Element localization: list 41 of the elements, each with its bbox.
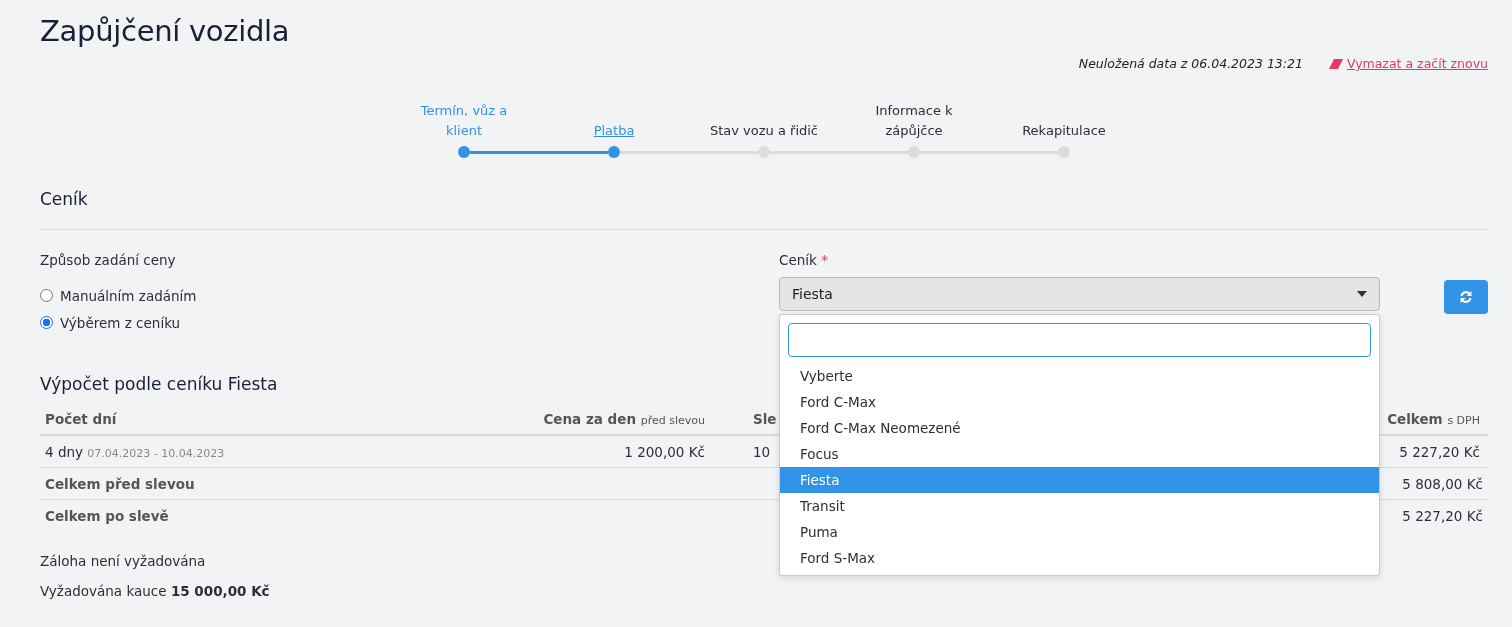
dropdown-option[interactable]: Vyberte <box>780 363 1379 389</box>
deposit-note: Záloha není vyžadována <box>40 553 206 569</box>
refresh-button[interactable] <box>1444 280 1488 314</box>
table-cell-text: Celkem před slevou <box>44 475 196 492</box>
search-field[interactable] <box>788 323 1371 357</box>
dropdown-option[interactable]: Ford C-Max <box>780 389 1379 415</box>
radio-button[interactable] <box>40 316 53 329</box>
dropdown-option[interactable]: Puma <box>780 519 1379 545</box>
dropdown-option[interactable]: Focus <box>780 441 1379 467</box>
section-heading: Výpočet podle ceníku Fiesta <box>40 374 278 394</box>
field-label: Způsob zadání ceny <box>40 252 177 268</box>
dropdown-option[interactable]: Ford S-Max <box>780 545 1379 571</box>
column-header: Celkem s DPH <box>1386 411 1481 427</box>
section-heading: Ceník <box>40 188 88 211</box>
price-list-select[interactable]: Fiesta <box>779 277 1380 311</box>
table-cell-text: Celkem po slevě <box>44 507 170 524</box>
bond-note: Vyžadována kauce 15 000,00 Kč <box>40 583 270 599</box>
table-cell-text: 5 227,20 Kč <box>1401 507 1484 524</box>
table-cell-text: 5 808,00 Kč <box>1401 475 1484 492</box>
field-label: Ceník * <box>779 252 829 268</box>
column-header: Počet dní <box>44 411 118 427</box>
table-cell: 10 <box>753 443 771 460</box>
radio-option[interactable]: Výběrem z ceníku <box>40 309 181 336</box>
step-link[interactable]: Informace k zápůjčce <box>854 99 974 145</box>
unsaved-notice: Neuložená data z 06.04.2023 13:21 <box>1078 56 1303 71</box>
column-header: Cena za den před slevou <box>542 411 706 427</box>
reset-link[interactable]: Vymazat a začít znovu <box>1328 56 1488 71</box>
page-title: Zapůjčení vozidla <box>40 14 291 48</box>
table-cell-text: 5 227,20 Kč <box>1398 443 1481 460</box>
refresh-icon <box>1459 290 1473 304</box>
radio-option[interactable]: Manuálním zadáním <box>40 282 197 309</box>
step-link[interactable]: Stav vozu a řidič <box>709 99 819 145</box>
dropdown-option[interactable]: Ford C-Max Neomezené <box>780 415 1379 441</box>
step-link[interactable]: Rekapitulace <box>1022 99 1106 145</box>
eraser-icon <box>1328 58 1343 69</box>
table-cell-text: 1 200,00 Kč <box>623 443 706 460</box>
caret-icon <box>1357 291 1367 297</box>
column-header: Sle <box>753 411 777 427</box>
radio-button[interactable] <box>40 289 53 302</box>
table-cell-text: 4 dny 07.04.2023 - 10.04.2023 <box>44 443 226 460</box>
dropdown-option[interactable]: Transit <box>780 493 1379 519</box>
